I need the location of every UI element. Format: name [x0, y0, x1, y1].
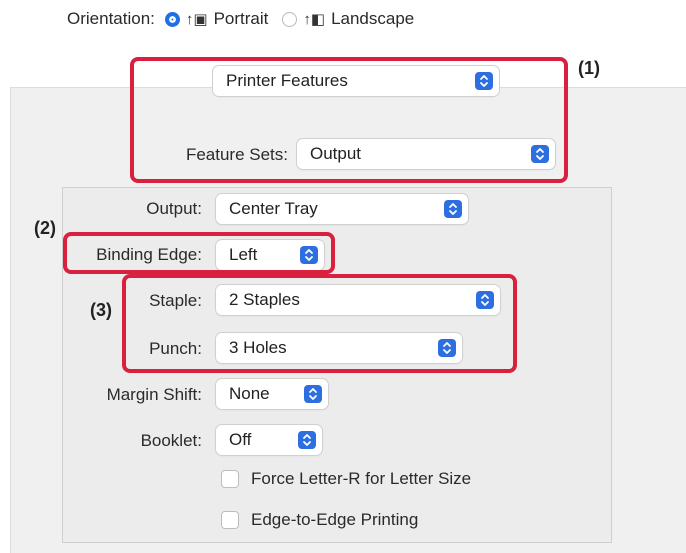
edge-to-edge-checkbox[interactable] — [221, 511, 239, 529]
edge-to-edge-label[interactable]: Edge-to-Edge Printing — [251, 510, 418, 530]
booklet-value: Off — [229, 430, 252, 449]
margin-shift-popup[interactable]: None — [216, 379, 328, 409]
output-label: Output: — [146, 199, 202, 218]
landscape-orientation-icon: ↑◧ — [303, 11, 326, 28]
callout-box-2 — [63, 232, 335, 274]
output-value: Center Tray — [229, 199, 318, 218]
landscape-label[interactable]: Landscape — [331, 9, 414, 29]
margin-shift-value: None — [229, 384, 270, 403]
callout-number-2: (2) — [34, 218, 56, 238]
chevron-updown-icon — [304, 385, 322, 403]
callout-box-1 — [130, 57, 568, 183]
callout-number-3: (3) — [90, 300, 112, 320]
portrait-orientation-icon: ↑▣ — [185, 11, 208, 28]
portrait-label[interactable]: Portrait — [214, 9, 269, 29]
callout-box-3 — [122, 274, 517, 373]
chevron-updown-icon — [444, 200, 462, 218]
portrait-radio[interactable] — [164, 11, 180, 27]
orientation-label: Orientation: — [67, 9, 155, 28]
booklet-popup[interactable]: Off — [216, 425, 322, 455]
force-letter-r-label[interactable]: Force Letter-R for Letter Size — [251, 469, 471, 489]
chevron-updown-icon — [298, 431, 316, 449]
booklet-label: Booklet: — [140, 431, 202, 450]
output-popup[interactable]: Center Tray — [216, 194, 468, 224]
callout-number-1: (1) — [578, 58, 600, 78]
orientation-row: Orientation: ↑▣ Portrait ↑◧ Landscape — [67, 6, 414, 32]
landscape-radio[interactable] — [282, 11, 298, 27]
force-letter-r-checkbox[interactable] — [221, 470, 239, 488]
margin-shift-label: Margin Shift: — [106, 385, 202, 404]
